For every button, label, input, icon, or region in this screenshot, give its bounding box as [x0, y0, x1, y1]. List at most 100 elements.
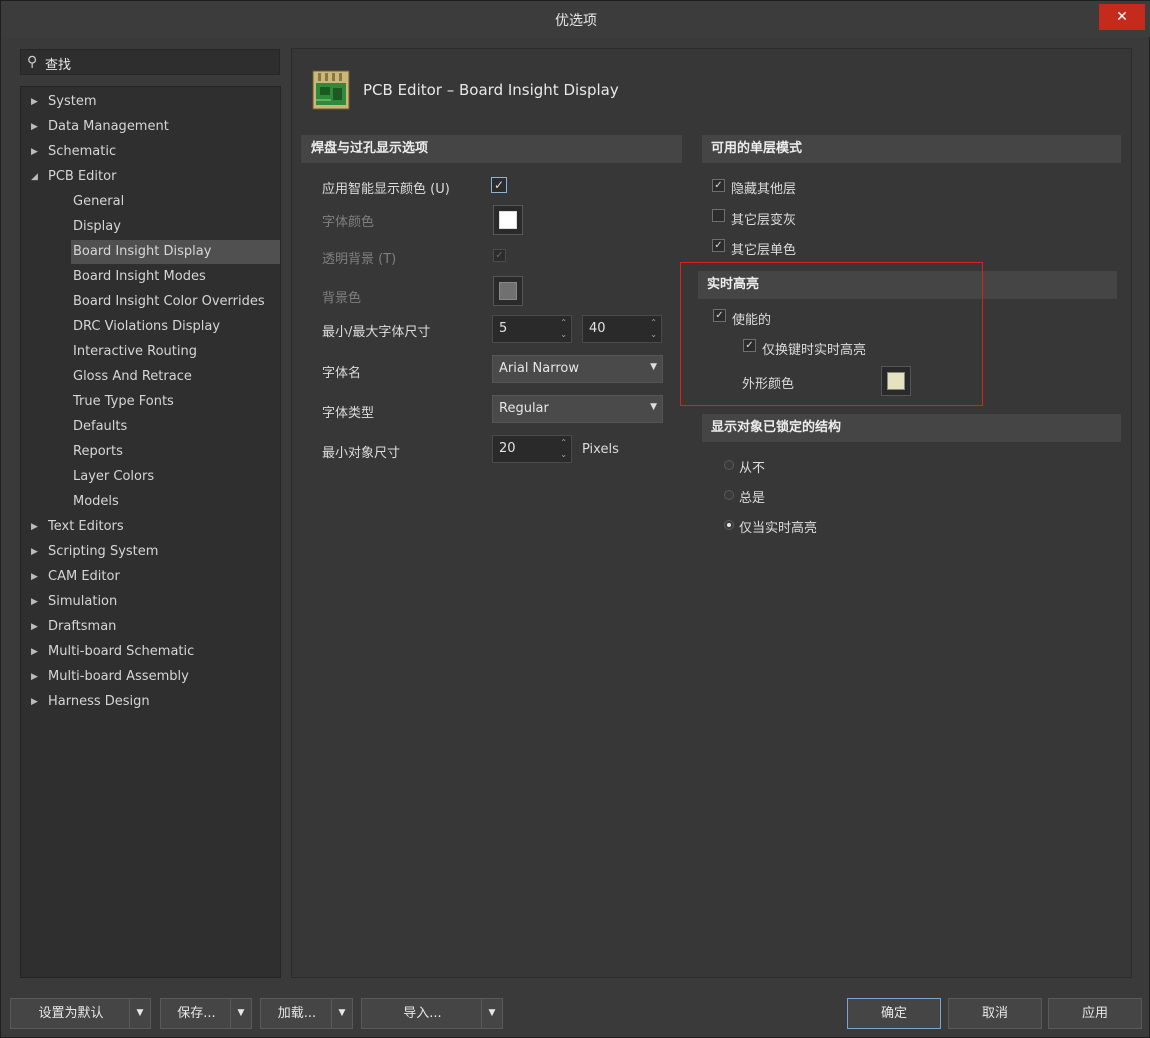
tree-item[interactable]: ▶ Draftsman — [21, 615, 280, 639]
font-min-spinner[interactable]: 5 ⌃ ⌄ — [492, 315, 572, 343]
tree-item[interactable]: ▶ System — [21, 90, 280, 114]
locked-live-only-radio[interactable] — [724, 520, 734, 530]
tree-item[interactable]: ▶ Text Editors — [21, 515, 280, 539]
font-color-label: 字体颜色 — [322, 215, 375, 230]
tree-item[interactable]: Board Insight Color Overrides — [71, 290, 280, 314]
bg-color-label: 背景色 — [322, 291, 362, 306]
tree-item-label: PCB Editor — [48, 169, 117, 184]
search-input[interactable]: ⚲ 查找 — [20, 49, 280, 75]
min-object-size-label: 最小对象尺寸 — [322, 446, 401, 461]
font-style-label: 字体类型 — [322, 406, 375, 421]
tree-item[interactable]: DRC Violations Display — [71, 315, 280, 339]
chevron-down-icon[interactable]: ▼ — [481, 999, 502, 1028]
bg-color-swatch[interactable] — [493, 276, 523, 306]
tree-item-label: General — [73, 194, 125, 209]
tree-item-label: Schematic — [48, 144, 117, 159]
tree-item[interactable]: Display — [71, 215, 280, 239]
font-name-dropdown[interactable]: Arial Narrow ▼ — [492, 355, 663, 383]
save-button[interactable]: 保存... ▼ — [160, 998, 252, 1029]
ok-button[interactable]: 确定 — [847, 998, 941, 1029]
smart-color-checkbox[interactable]: ✓ — [491, 177, 507, 193]
title-bar: 优选项 ✕ — [1, 1, 1150, 37]
font-name-label: 字体名 — [322, 366, 362, 381]
min-object-size-spinner[interactable]: 20 ⌃ ⌄ — [492, 435, 572, 463]
tree-item[interactable]: Defaults — [71, 415, 280, 439]
tree-item-label: Layer Colors — [73, 469, 155, 484]
locked-always-radio[interactable] — [724, 490, 734, 500]
tree-item[interactable]: ▶ Schematic — [21, 140, 280, 164]
locked-live-only-label: 仅当实时高亮 — [739, 521, 818, 536]
tree-item-label: Draftsman — [48, 619, 117, 634]
transparent-bg-checkbox[interactable]: ✓ — [493, 249, 506, 262]
collapsed-arrow-icon[interactable]: ▶ — [31, 665, 38, 689]
gray-other-layers-label: 其它层变灰 — [731, 213, 797, 228]
save-label: 保存... — [177, 1006, 216, 1021]
load-button[interactable]: 加载... ▼ — [260, 998, 353, 1029]
mono-other-layers-checkbox[interactable]: ✓ — [712, 239, 725, 252]
collapsed-arrow-icon[interactable]: ▶ — [31, 640, 38, 664]
tree-item-label: Data Management — [48, 119, 169, 134]
chevron-down-icon[interactable]: ▼ — [129, 999, 150, 1028]
locked-always-label: 总是 — [739, 491, 766, 506]
chevron-down-icon[interactable]: ▼ — [230, 999, 251, 1028]
load-label: 加载... — [277, 1006, 317, 1021]
tree-item[interactable]: General — [71, 190, 280, 214]
collapsed-arrow-icon[interactable]: ▶ — [31, 115, 38, 139]
set-default-button[interactable]: 设置为默认 ▼ — [10, 998, 151, 1029]
import-button[interactable]: 导入... ▼ — [361, 998, 503, 1029]
collapsed-arrow-icon[interactable]: ▶ — [31, 690, 38, 714]
spinner-arrows-icon[interactable]: ⌃ ⌄ — [560, 317, 567, 341]
collapsed-arrow-icon[interactable]: ▶ — [31, 540, 38, 564]
preferences-window: 优选项 ✕ ⚲ 查找 ▶ System ▶ Data Management ▶ Schem… — [0, 0, 1150, 1038]
tree-item[interactable]: Layer Colors — [71, 465, 280, 489]
locked-never-radio[interactable] — [724, 460, 734, 470]
close-button[interactable]: ✕ — [1099, 4, 1145, 30]
tree-item-label: Harness Design — [48, 694, 150, 709]
tree-item[interactable]: ▶ Scripting System — [21, 540, 280, 564]
spinner-arrows-icon[interactable]: ⌃ ⌄ — [560, 437, 567, 461]
font-color-swatch[interactable] — [493, 205, 523, 235]
tree-item[interactable]: ▶ Multi-board Assembly — [21, 665, 280, 689]
tree-item-label: CAM Editor — [48, 569, 120, 584]
tree-item-label: Gloss And Retrace — [73, 369, 192, 384]
tree-item[interactable]: True Type Fonts — [71, 390, 280, 414]
tree-item[interactable]: Gloss And Retrace — [71, 365, 280, 389]
chevron-down-icon[interactable]: ▼ — [331, 999, 352, 1028]
single-layer-section-header: 可用的单层模式 — [702, 135, 1121, 163]
expanded-arrow-icon[interactable]: ◢ — [31, 165, 38, 189]
gray-other-layers-checkbox[interactable] — [712, 209, 725, 222]
min-object-size-value: 20 — [499, 441, 516, 456]
tree-item-label: Simulation — [48, 594, 118, 609]
tree-item[interactable]: Reports — [71, 440, 280, 464]
collapsed-arrow-icon[interactable]: ▶ — [31, 615, 38, 639]
tree-item[interactable]: Models — [71, 490, 280, 514]
font-min-value: 5 — [499, 321, 508, 336]
tree-item[interactable]: ▶ Multi-board Schematic — [21, 640, 280, 664]
tree-item[interactable]: ▶ Data Management — [21, 115, 280, 139]
font-max-spinner[interactable]: 40 ⌃ ⌄ — [582, 315, 662, 343]
tree-item-label: Board Insight Display — [73, 244, 212, 259]
locked-never-label: 从不 — [739, 461, 766, 476]
hide-other-layers-label: 隐藏其他层 — [731, 182, 797, 197]
collapsed-arrow-icon[interactable]: ▶ — [31, 590, 38, 614]
tree-item-label: System — [48, 94, 97, 109]
spinner-arrows-icon[interactable]: ⌃ ⌄ — [650, 317, 657, 341]
apply-button[interactable]: 应用 — [1048, 998, 1142, 1029]
tree-item[interactable]: ▶ Harness Design — [21, 690, 280, 714]
cancel-button[interactable]: 取消 — [948, 998, 1042, 1029]
tree-item[interactable]: ▶ Simulation — [21, 590, 280, 614]
font-style-dropdown[interactable]: Regular ▼ — [492, 395, 663, 423]
preferences-tree[interactable]: ▶ System ▶ Data Management ▶ Schematic ◢ PCB Ed… — [20, 86, 281, 978]
tree-item[interactable]: ◢ PCB Editor — [21, 165, 280, 189]
tree-item[interactable]: Board Insight Display — [71, 240, 280, 264]
tree-item[interactable]: ▶ CAM Editor — [21, 565, 280, 589]
hide-other-layers-checkbox[interactable]: ✓ — [712, 179, 725, 192]
pcb-board-icon — [311, 69, 351, 115]
tree-item[interactable]: Board Insight Modes — [71, 265, 280, 289]
tree-item[interactable]: Interactive Routing — [71, 340, 280, 364]
collapsed-arrow-icon[interactable]: ▶ — [31, 140, 38, 164]
tree-item-label: Display — [73, 219, 121, 234]
collapsed-arrow-icon[interactable]: ▶ — [31, 90, 38, 114]
collapsed-arrow-icon[interactable]: ▶ — [31, 515, 38, 539]
collapsed-arrow-icon[interactable]: ▶ — [31, 565, 38, 589]
